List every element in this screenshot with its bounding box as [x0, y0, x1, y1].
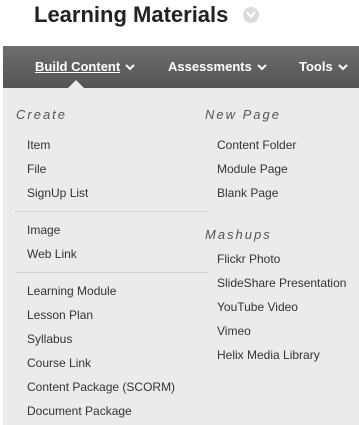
menu-item-file[interactable]: File — [27, 161, 46, 177]
menu-item-lesson-plan[interactable]: Lesson Plan — [27, 307, 93, 323]
menu-item-flickr-photo[interactable]: Flickr Photo — [217, 251, 280, 267]
menu-item-blank-page[interactable]: Blank Page — [217, 185, 278, 201]
menu-item-content-folder[interactable]: Content Folder — [217, 137, 296, 153]
menu-pointer — [68, 80, 84, 88]
nav-assessments-label: Assessments — [168, 59, 252, 74]
nav-build-content-label: Build Content — [35, 59, 121, 74]
menu-item-vimeo[interactable]: Vimeo — [217, 323, 251, 339]
menu-divider — [15, 211, 207, 212]
page-title: Learning Materials — [34, 2, 229, 27]
menu-item-signup-list[interactable]: SignUp List — [27, 185, 88, 201]
menu-item-youtube-video[interactable]: YouTube Video — [217, 299, 298, 315]
menu-item-slideshare-presentation[interactable]: SlideShare Presentation — [217, 275, 346, 291]
menu-item-item[interactable]: Item — [27, 137, 50, 153]
menu-item-image[interactable]: Image — [27, 222, 60, 238]
title-menu-chevron-icon[interactable] — [243, 7, 259, 23]
caret-down-icon — [125, 46, 135, 88]
build-content-menu: Create Item File SignUp List Image Web L… — [3, 88, 359, 425]
course-nav-bar: Build Content Assessments Tools — [3, 46, 359, 88]
nav-tools[interactable]: Tools — [299, 46, 348, 88]
menu-item-syllabus[interactable]: Syllabus — [27, 331, 72, 347]
section-heading-mashups: Mashups — [205, 227, 272, 242]
menu-item-module-page[interactable]: Module Page — [217, 161, 288, 177]
menu-item-content-package[interactable]: Content Package (SCORM) — [27, 379, 175, 395]
menu-item-web-link[interactable]: Web Link — [27, 246, 77, 262]
caret-down-icon — [257, 46, 267, 88]
page-header: Learning Materials — [0, 0, 359, 46]
menu-divider — [15, 272, 207, 273]
caret-down-icon — [337, 46, 348, 88]
menu-item-document-package[interactable]: Document Package — [27, 403, 132, 419]
nav-tools-label: Tools — [299, 59, 333, 74]
menu-item-course-link[interactable]: Course Link — [27, 355, 91, 371]
menu-item-helix-media-library[interactable]: Helix Media Library — [217, 347, 320, 363]
section-heading-new-page: New Page — [205, 107, 281, 122]
menu-item-learning-module[interactable]: Learning Module — [27, 283, 116, 299]
section-heading-create: Create — [16, 107, 68, 122]
nav-assessments[interactable]: Assessments — [168, 46, 267, 88]
nav-build-content[interactable]: Build Content — [35, 46, 135, 88]
